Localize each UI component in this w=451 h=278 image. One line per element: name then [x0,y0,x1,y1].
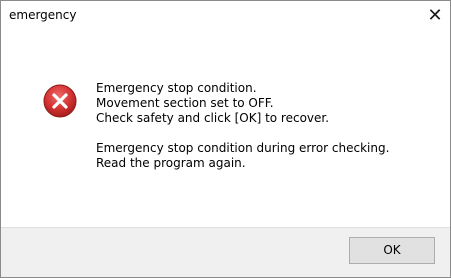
close-button[interactable]: ✕ [420,1,450,31]
error-icon-graphic [43,84,77,118]
title-bar[interactable]: emergency ✕ [1,1,450,31]
error-icon [43,84,77,118]
ok-button[interactable]: OK [349,237,435,264]
emergency-dialog: emergency ✕ Emergency stop condition. Mo… [0,0,451,278]
message-line: Emergency stop condition. [96,81,257,95]
message-line: Read the program again. [96,156,246,170]
message-line: Movement section set to OFF. [96,96,274,110]
message-line: Emergency stop condition during error ch… [96,141,390,155]
button-bar: OK [1,227,450,277]
message-text: Emergency stop condition. Movement secti… [96,81,389,171]
dialog-title: emergency [9,8,77,22]
message-spacer [96,126,389,141]
message-line: Check safety and click [OK] to recover. [96,111,330,125]
